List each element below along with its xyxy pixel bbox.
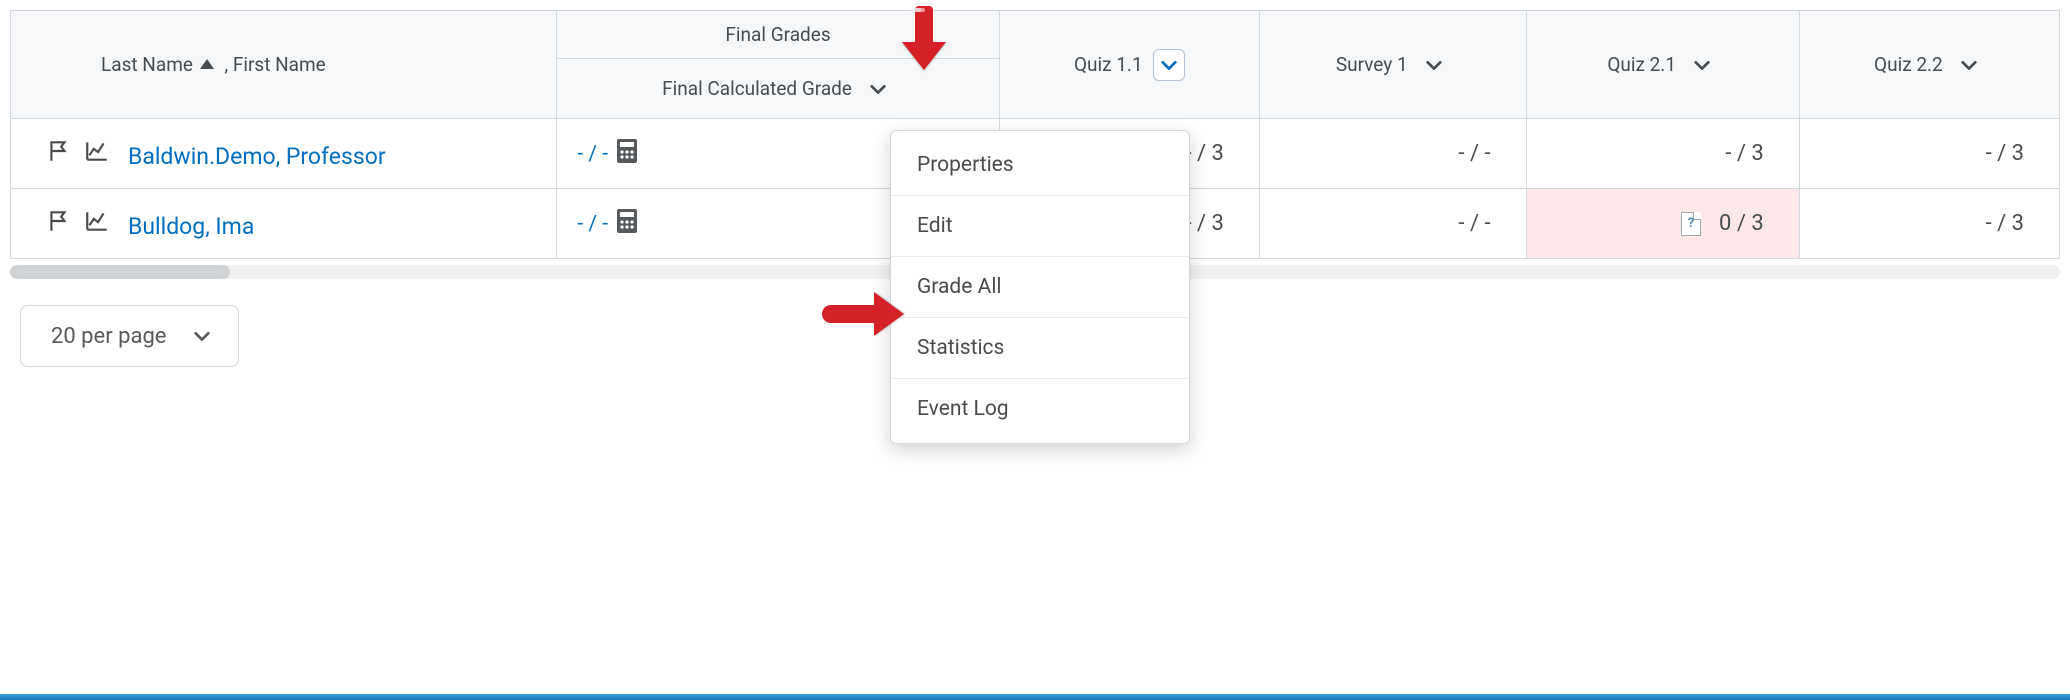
scrollbar-thumb[interactable] <box>10 265 230 279</box>
survey1-header-label: Survey 1 <box>1336 53 1408 76</box>
annotation-arrow-down-icon <box>902 6 946 70</box>
col-header-quiz11: Quiz 1.1 <box>999 11 1259 119</box>
col-header-quiz22: Quiz 2.2 <box>1799 11 2059 119</box>
sort-asc-icon[interactable] <box>200 59 214 69</box>
student-link[interactable]: Baldwin.Demo, Professor <box>128 143 386 170</box>
trend-icon[interactable] <box>84 208 110 239</box>
calc-value: - / - <box>577 142 608 166</box>
grade-value: - / 3 <box>1986 141 2024 166</box>
menu-item-statistics[interactable]: Statistics <box>891 317 1189 378</box>
name-label-prefix: Last Name <box>101 53 193 76</box>
survey1-cell[interactable]: - / - <box>1259 119 1526 189</box>
final-grades-group-label: Final Grades <box>725 23 830 46</box>
quiz22-header-label: Quiz 2.2 <box>1874 53 1943 76</box>
col-header-survey1: Survey 1 <box>1259 11 1526 119</box>
menu-item-properties[interactable]: Properties <box>891 135 1189 195</box>
window-bottom-edge <box>0 694 2070 700</box>
grade-value: - / 3 <box>1185 141 1223 166</box>
col-header-name[interactable]: Last Name , First Name <box>11 11 557 119</box>
quiz22-cell[interactable]: - / 3 <box>1799 119 2059 189</box>
calculator-icon[interactable] <box>616 208 638 240</box>
trend-icon[interactable] <box>84 138 110 169</box>
quiz21-cell[interactable]: 0 / 3 <box>1526 189 1799 259</box>
quiz21-cell[interactable]: - / 3 <box>1526 119 1799 189</box>
question-doc-icon <box>1681 212 1701 236</box>
calc-value: - / - <box>577 212 608 236</box>
menu-item-edit[interactable]: Edit <box>891 195 1189 256</box>
chevron-down-icon <box>186 320 218 352</box>
final-calc-header-label: Final Calculated Grade <box>662 77 852 100</box>
menu-item-grade-all[interactable]: Grade All <box>891 256 1189 317</box>
quiz22-menu-button[interactable] <box>1953 49 1985 81</box>
col-header-quiz21: Quiz 2.1 <box>1526 11 1799 119</box>
student-link[interactable]: Bulldog, Ima <box>128 213 254 240</box>
calculator-icon[interactable] <box>616 138 638 170</box>
flag-icon[interactable] <box>46 138 72 169</box>
survey1-cell[interactable]: - / - <box>1259 189 1526 259</box>
name-cell: Baldwin.Demo, Professor <box>11 119 557 189</box>
grade-value: - / 3 <box>1986 211 2024 236</box>
grade-value: - / 3 <box>1185 211 1223 236</box>
name-cell: Bulldog, Ima <box>11 189 557 259</box>
page-size-select[interactable]: 20 per page <box>20 305 239 367</box>
menu-item-event-log[interactable]: Event Log <box>891 378 1189 439</box>
quiz11-menu-button[interactable] <box>1153 49 1185 81</box>
annotation-arrow-right-icon <box>822 292 904 336</box>
quiz21-menu-button[interactable] <box>1686 49 1718 81</box>
page-size-label: 20 per page <box>51 324 166 349</box>
grade-value: - / - <box>1458 141 1490 166</box>
name-label-suffix: , First Name <box>224 53 325 76</box>
column-context-menu: Properties Edit Grade All Statistics Eve… <box>890 130 1190 444</box>
grade-value: 0 / 3 <box>1719 211 1764 236</box>
flag-icon[interactable] <box>46 208 72 239</box>
grade-value: - / 3 <box>1725 141 1763 166</box>
quiz22-cell[interactable]: - / 3 <box>1799 189 2059 259</box>
quiz21-header-label: Quiz 2.1 <box>1607 53 1676 76</box>
quiz11-header-label: Quiz 1.1 <box>1074 53 1143 76</box>
survey1-menu-button[interactable] <box>1418 49 1450 81</box>
final-calc-menu-button[interactable] <box>862 73 894 105</box>
grade-value: - / - <box>1458 211 1490 236</box>
